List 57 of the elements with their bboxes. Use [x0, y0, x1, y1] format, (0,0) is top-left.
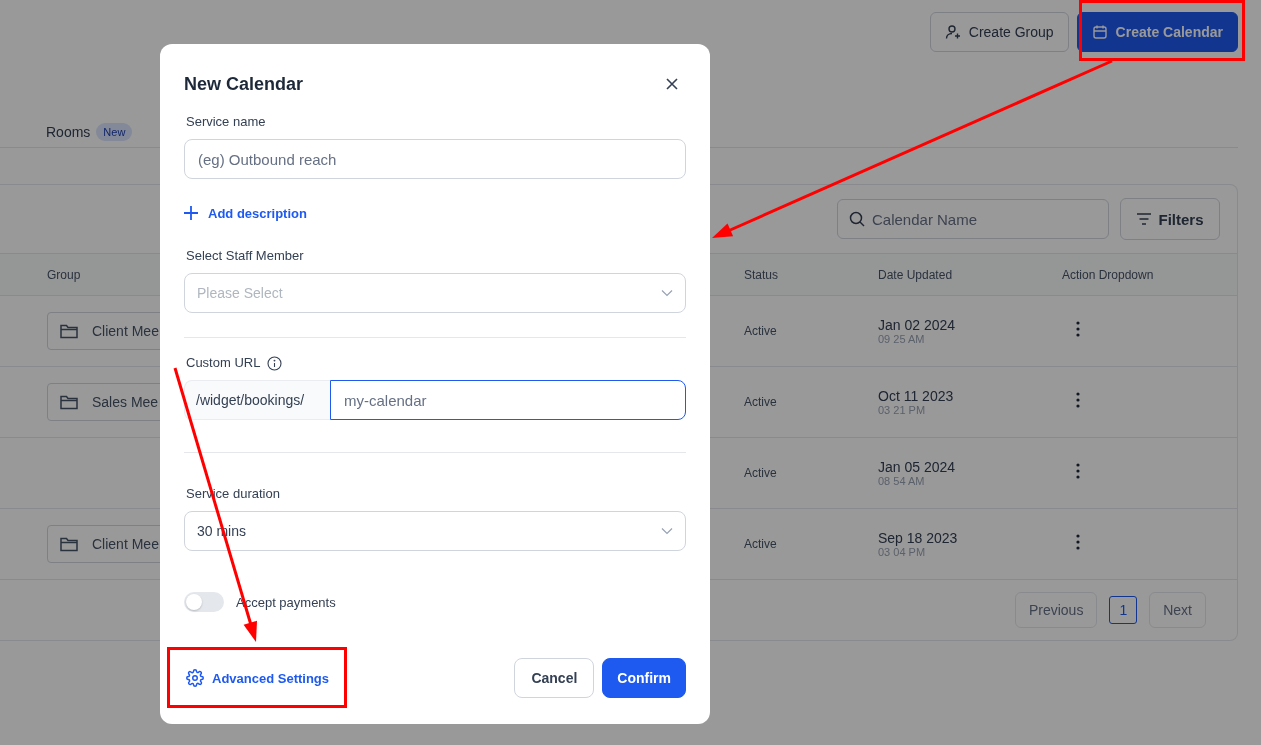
more-options-icon[interactable]: [1076, 392, 1080, 408]
status-text: Active: [744, 324, 778, 338]
time-text: 03 21 PM: [878, 404, 927, 416]
cancel-button[interactable]: Cancel: [514, 658, 595, 698]
filters-button[interactable]: Filters: [1120, 198, 1220, 240]
column-header: Status: [744, 267, 780, 282]
date-text: Jan 02 2024: [878, 317, 957, 333]
more-options-icon[interactable]: [1076, 534, 1080, 550]
plus-icon: [184, 206, 198, 220]
user-plus-icon: [944, 24, 961, 40]
group-name: Client Mee: [92, 536, 159, 552]
add-description-link[interactable]: Add description: [184, 203, 307, 223]
settings-icon: [186, 669, 204, 687]
more-options-icon[interactable]: [1076, 321, 1080, 337]
field-label: Custom URL: [185, 354, 261, 372]
field-label: Service name: [185, 113, 267, 131]
more-options-icon[interactable]: [1076, 463, 1080, 479]
folder-icon: [60, 536, 78, 552]
accept-payments-toggle[interactable]: [184, 592, 224, 612]
calendar-icon: [1091, 24, 1108, 40]
confirm-button[interactable]: Confirm: [602, 658, 686, 698]
folder-icon: [60, 323, 78, 339]
new-badge: New: [96, 122, 133, 141]
create-group-button[interactable]: Create Group: [929, 12, 1069, 52]
column-header: Date Updated: [878, 267, 954, 282]
chevron-down-icon: [661, 289, 673, 297]
search-field[interactable]: Calendar Name: [837, 199, 1109, 239]
status-text: Active: [744, 537, 778, 551]
chevron-down-icon: [661, 527, 673, 535]
status-text: Active: [744, 466, 778, 480]
group-name: Sales Mee: [92, 394, 159, 410]
filter-icon: [1136, 212, 1153, 226]
folder-icon: [60, 394, 78, 410]
date-text: Sep 18 2023: [878, 530, 959, 546]
search-icon: [849, 211, 865, 227]
previous-button[interactable]: Previous: [1014, 592, 1098, 628]
create-calendar-button[interactable]: Create Calendar: [1076, 12, 1238, 52]
time-text: 09 25 AM: [878, 333, 926, 345]
group-name: Client Mee: [92, 323, 159, 339]
next-button[interactable]: Next: [1149, 592, 1206, 628]
column-header: Action Dropdown: [1062, 267, 1155, 282]
advanced-settings-link[interactable]: Advanced Settings: [184, 669, 330, 687]
date-text: Oct 11 2023: [878, 388, 955, 404]
date-text: Jan 05 2024: [878, 459, 957, 475]
field-label: Select Staff Member: [185, 247, 305, 265]
status-text: Active: [744, 395, 778, 409]
info-icon[interactable]: [267, 355, 283, 371]
tab[interactable]: Rooms: [46, 123, 91, 140]
time-text: 03 04 PM: [878, 546, 927, 558]
custom-url-field[interactable]: my-calendar: [330, 380, 686, 420]
url-prefix: /widget/bookings/: [184, 380, 330, 420]
time-text: 08 54 AM: [878, 475, 926, 487]
service-name-field[interactable]: (eg) Outbound reach: [184, 139, 686, 179]
page-button[interactable]: 1: [1109, 596, 1138, 624]
select-placeholder: Please Select: [197, 285, 283, 301]
dialog-title: New Calendar: [184, 73, 304, 95]
column-header: Group: [47, 267, 82, 282]
